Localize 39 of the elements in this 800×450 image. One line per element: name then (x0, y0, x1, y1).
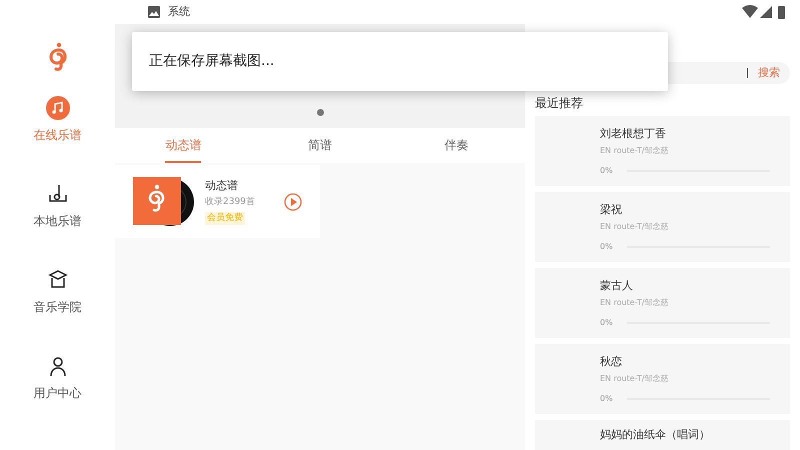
album-cover-drawing (133, 176, 195, 226)
artist-text: EN route-T/邹念慈 (600, 372, 670, 384)
progress-text: 0% (600, 392, 613, 404)
song-title: 妈妈的油纸伞（唱词） (600, 427, 711, 443)
toast: 正在保存屏幕截图... (132, 32, 668, 91)
song-title: 刘老根想丁香 (600, 126, 667, 142)
nav-item[interactable]: 音乐学院 (34, 268, 82, 316)
nav-item[interactable]: 用户中心 (34, 354, 82, 402)
status-icons (742, 5, 788, 19)
progress-text: 0% (600, 240, 613, 252)
artist-text: EN route-T/邹念慈 (600, 144, 670, 156)
song-title: 蒙古人 (600, 278, 634, 294)
tab[interactable]: 伴奏 (444, 128, 469, 163)
song-title: 秋恋 (600, 354, 623, 370)
nav-item[interactable]: 本地乐谱 (34, 182, 82, 230)
artist-text: EN route-T/邹念慈 (600, 220, 670, 232)
score-title: 动态谱 (205, 178, 239, 194)
score-card[interactable]: 动态谱 收录2399首 会员免费 (115, 165, 320, 238)
logo-icon (48, 42, 68, 72)
image-icon (148, 6, 160, 18)
artist-text: EN route-T/邹念慈 (600, 296, 670, 308)
song-card[interactable]: 妈妈的油纸伞（唱词） (535, 420, 790, 450)
play-icon[interactable] (284, 192, 302, 210)
notification-text: 系统 (168, 4, 190, 20)
music-note-icon (46, 96, 70, 120)
song-card[interactable]: 梁祝 EN route-T/邹念慈 0% (535, 192, 790, 262)
member-free-badge: 会员免费 (205, 212, 245, 226)
progress-text: 0% (600, 316, 613, 328)
user-icon (48, 355, 68, 377)
progress-text: 0% (600, 164, 613, 176)
tab[interactable]: 简谱 (308, 128, 332, 163)
song-card[interactable]: 刘老根想丁香 EN route-T/邹念慈 0% (535, 116, 790, 186)
graduation-cap-icon (46, 269, 68, 291)
music-note-icon (48, 183, 68, 205)
song-title: 梁祝 (600, 202, 623, 218)
song-card[interactable]: 蒙古人 EN route-T/邹念慈 0% (535, 268, 790, 338)
score-count: 收录2399首 (205, 196, 256, 210)
section-title: 最近推荐 (535, 95, 584, 112)
song-card[interactable]: 秋恋 EN route-T/邹念慈 0% (535, 344, 790, 414)
